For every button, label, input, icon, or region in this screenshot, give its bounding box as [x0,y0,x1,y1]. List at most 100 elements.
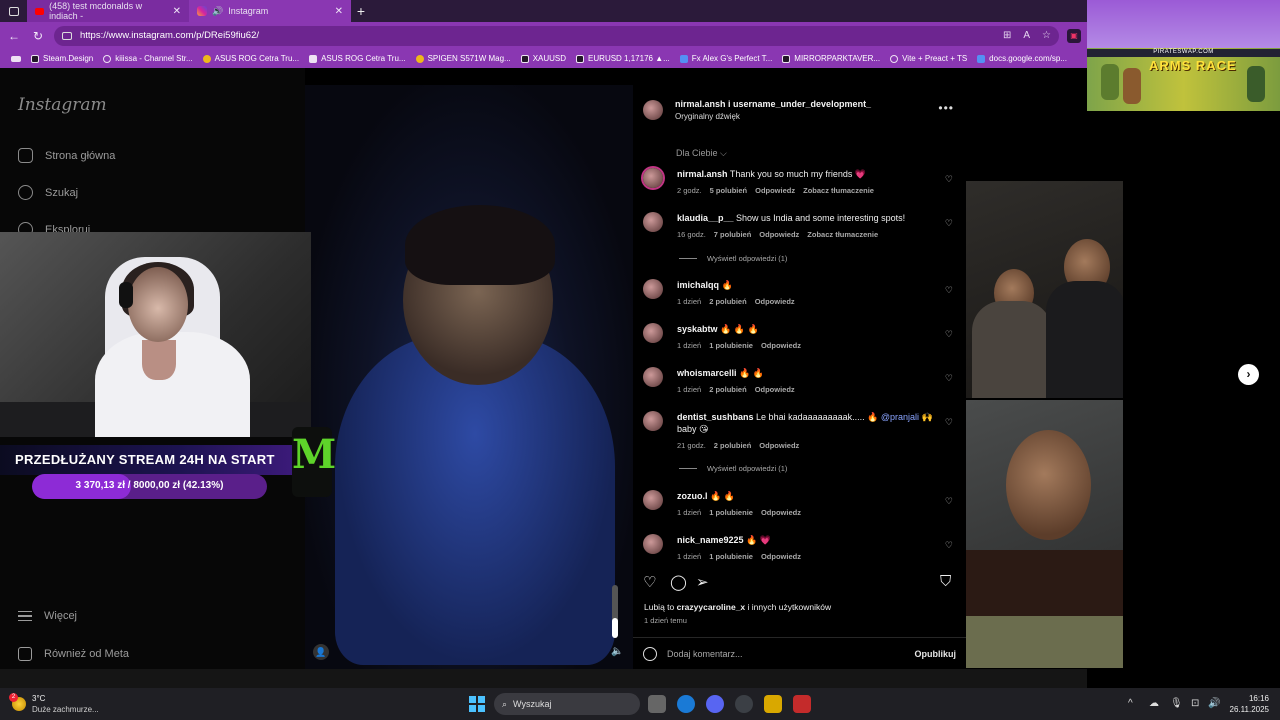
likes-summary[interactable]: Lubią to crazyycaroline_x i innych użytk… [644,602,831,612]
avatar[interactable] [643,212,663,232]
avatar[interactable] [643,100,663,120]
view-replies-button[interactable]: Wyświetl odpowiedzi (1) [679,464,787,473]
start-button[interactable] [469,696,485,712]
comment-likes[interactable]: 1 polubienie [709,341,753,350]
comment-likes[interactable]: 1 polubienie [709,508,753,517]
cloud-icon[interactable]: ☁ [1149,698,1159,709]
next-post-button[interactable]: › [1238,364,1259,385]
close-icon[interactable]: ✕ [173,6,181,17]
discord-icon[interactable] [706,695,724,713]
post-authors[interactable]: nirmal.ansh i username_under_development… [675,99,871,109]
mention-link[interactable]: @pranjali [881,412,919,422]
heart-icon[interactable]: ♡ [945,285,953,296]
comment-user[interactable]: nick_name9225 [677,535,744,545]
comment-sort-dropdown[interactable]: Dla Ciebie ⌵ [676,148,727,159]
next-post-preview[interactable] [966,181,1123,398]
bookmark-item[interactable]: EURUSD 1,17176 ▲... [571,54,675,63]
weather-widget[interactable]: 2 3°C Duże zachmurze... [9,693,99,714]
network-icon[interactable]: ⊡ [1191,698,1199,709]
site-info-icon[interactable] [62,31,72,40]
tab-youtube[interactable]: (458) test mcdonalds w indiach - ✕ [27,0,189,22]
speaker-icon[interactable]: 🔊 [212,6,223,17]
reply-button[interactable]: Odpowiedz [759,441,799,450]
app-icon[interactable] [735,695,753,713]
comment-user[interactable]: dentist_sushbans [677,412,754,422]
bookmark-item[interactable]: SPIGEN S571W Mag... [411,54,516,63]
avatar[interactable] [643,168,663,188]
comment-likes[interactable]: 2 polubień [709,297,747,306]
post-video[interactable] [305,85,633,669]
nav-search[interactable]: Szukaj [18,185,78,200]
comment-user[interactable]: whoismarcelli [677,368,737,378]
extension-icon[interactable]: ▣ [1067,28,1081,43]
bookmark-item[interactable]: Fx Alex G's Perfect T... [675,54,778,63]
comment-likes[interactable]: 5 polubień [710,186,748,195]
avatar[interactable] [643,490,663,510]
taskbar-search[interactable]: ⌕ Wyszukaj [494,693,640,715]
microphone-icon[interactable]: 🎙 [1170,698,1183,709]
speaker-icon[interactable]: 🔊 [1208,698,1220,709]
bookmark-item[interactable]: Steam.Design [26,54,98,63]
comment-likes[interactable]: 1 polubienie [709,552,753,561]
comment-likes[interactable]: 2 polubień [714,441,752,450]
bookmarks-menu-icon[interactable] [6,55,26,62]
view-replies-button[interactable]: Wyświetl odpowiedzi (1) [679,254,787,263]
share-icon[interactable]: ➢ [696,573,709,591]
new-tab-button[interactable]: + [351,3,371,19]
bookmark-item[interactable]: docs.google.com/sp... [972,54,1072,63]
heart-icon[interactable]: ♡ [945,174,953,185]
bookmark-item[interactable]: XAUUSD [516,54,571,63]
nav-home[interactable]: Strona główna [18,148,115,163]
next-post-preview[interactable] [966,616,1123,668]
comment-input[interactable]: Dodaj komentarz... [667,649,905,659]
volume-icon[interactable]: 🔈 [611,646,623,657]
comment-bubble-icon[interactable]: ◯ [670,573,687,591]
heart-icon[interactable]: ♡ [945,373,953,384]
heart-icon[interactable]: ♡ [945,218,953,229]
taskbar-clock[interactable]: 16:16 26.11.2025 [1229,693,1269,715]
apps-icon[interactable]: ⊞ [1003,30,1011,41]
reply-button[interactable]: Odpowiedz [759,230,799,239]
reply-button[interactable]: Odpowiedz [761,552,801,561]
translate-button[interactable]: Zobacz tłumaczenie [803,186,874,195]
tray-chevron-icon[interactable]: ^ [1128,698,1133,709]
back-button[interactable]: ← [6,29,22,43]
comment-user[interactable]: syskabtw [677,324,718,334]
avatar[interactable] [643,367,663,387]
publish-button[interactable]: Opublikuj [915,649,957,659]
comment-user[interactable]: imichalqq [677,280,719,290]
nav-more[interactable]: Więcej [18,610,77,622]
favorite-star-icon[interactable]: ☆ [1042,30,1051,41]
avatar[interactable] [643,279,663,299]
comment-user[interactable]: nirmal.ansh [677,169,728,179]
tab-instagram[interactable]: 🔊 Instagram ✕ [189,0,351,22]
comment-user[interactable]: klaudia__p__ [677,213,734,223]
emoji-icon[interactable] [643,646,657,661]
avatar[interactable] [643,411,663,431]
reload-button[interactable]: ↻ [30,29,46,43]
avatar[interactable] [643,534,663,554]
reply-button[interactable]: Odpowiedz [761,341,801,350]
tagged-users-icon[interactable]: 👤 [313,644,329,660]
bookmark-item[interactable]: Vite + Preact + TS [885,54,972,63]
app-icon[interactable] [764,695,782,713]
app-icon[interactable] [793,695,811,713]
heart-icon[interactable]: ♡ [945,540,953,551]
translate-button[interactable]: Zobacz tłumaczenie [807,230,878,239]
heart-icon[interactable]: ♡ [945,329,953,340]
heart-icon[interactable]: ♡ [945,417,953,428]
bookmark-item[interactable]: ASUS ROG Cetra Tru... [198,54,304,63]
bookmark-item[interactable]: MIRRORPARKTAVER... [777,54,885,63]
comment-likes[interactable]: 7 polubień [714,230,752,239]
next-post-preview[interactable] [966,400,1123,616]
like-heart-icon[interactable]: ♡ [643,573,656,591]
close-icon[interactable]: ✕ [335,6,343,17]
comment-user[interactable]: zozuo.l [677,491,708,501]
reply-button[interactable]: Odpowiedz [755,385,795,394]
heart-icon[interactable]: ♡ [945,496,953,507]
url-input[interactable]: https://www.instagram.com/p/DRei59fiu62/… [54,25,1059,46]
avatar[interactable] [643,323,663,343]
nav-meta[interactable]: Również od Meta [18,647,129,661]
bookmark-icon[interactable]: ⛉ [940,573,951,590]
reply-button[interactable]: Odpowiedz [755,186,795,195]
